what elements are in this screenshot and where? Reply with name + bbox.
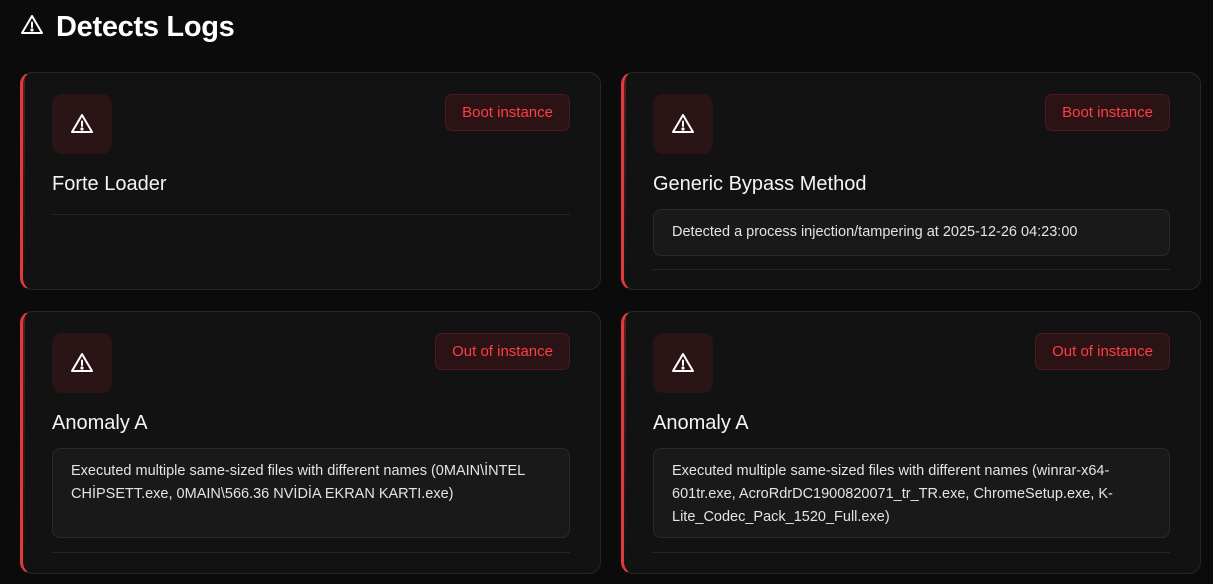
log-card[interactable]: Out of instance Anomaly A Executed multi… <box>20 311 601 574</box>
divider <box>52 552 570 553</box>
log-title: Anomaly A <box>653 412 749 434</box>
page-title: Detects Logs <box>56 10 235 43</box>
log-detail: Executed multiple same-sized files with … <box>52 448 570 538</box>
log-title: Generic Bypass Method <box>653 173 867 195</box>
warning-triangle-icon <box>20 13 44 42</box>
status-badge: Out of instance <box>1035 333 1170 370</box>
status-badge: Boot instance <box>1045 94 1170 131</box>
warning-triangle-icon <box>52 94 112 154</box>
log-detail: Executed multiple same-sized files with … <box>653 448 1170 538</box>
status-badge: Boot instance <box>445 94 570 131</box>
status-badge: Out of instance <box>435 333 570 370</box>
page-header: Detects Logs <box>20 10 235 44</box>
warning-triangle-icon <box>653 333 713 393</box>
divider <box>653 552 1170 553</box>
divider <box>653 269 1170 270</box>
log-title: Anomaly A <box>52 412 148 434</box>
log-detail: Detected a process injection/tampering a… <box>653 209 1170 256</box>
divider <box>52 214 570 215</box>
warning-triangle-icon <box>653 94 713 154</box>
log-card[interactable]: Boot instance Forte Loader <box>20 72 601 290</box>
log-card[interactable]: Boot instance Generic Bypass Method Dete… <box>621 72 1201 290</box>
warning-triangle-icon <box>52 333 112 393</box>
log-title: Forte Loader <box>52 173 167 195</box>
log-card[interactable]: Out of instance Anomaly A Executed multi… <box>621 311 1201 574</box>
